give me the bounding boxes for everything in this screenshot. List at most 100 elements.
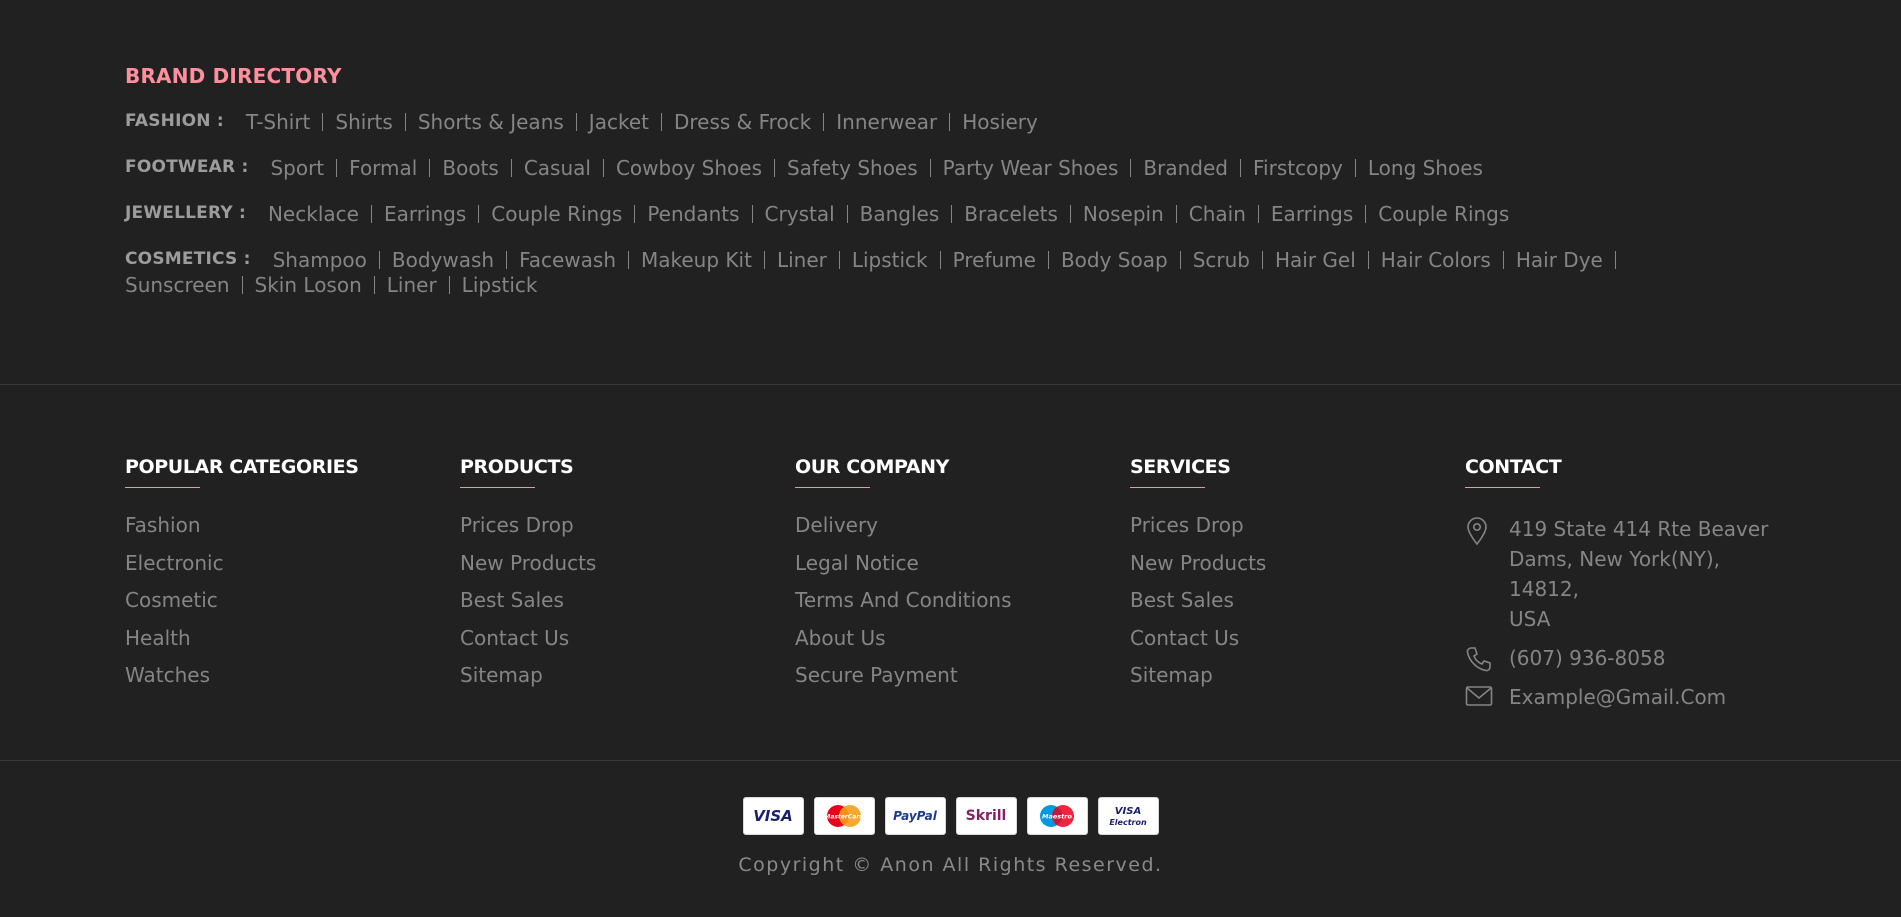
footer-link[interactable]: Cosmetic [125, 588, 359, 626]
brand-link[interactable]: Sport [270, 158, 338, 178]
contact-column: CONTACT 419 State 414 Rte Beaver Dams, N… [1465, 456, 1795, 721]
footer-link[interactable]: Best Sales [1130, 588, 1266, 626]
brand-link[interactable]: Shorts & Jeans [418, 112, 577, 132]
products-column: PRODUCTS Prices Drop New Products Best Sal… [460, 456, 596, 701]
mail-icon [1465, 682, 1495, 712]
payment-methods: VISA MasterCard PayPal Skrill Maestro VI… [0, 797, 1901, 835]
brand-link[interactable]: Cowboy Shoes [616, 158, 775, 178]
footer-link[interactable]: Prices Drop [460, 513, 596, 551]
brand-link[interactable]: Hair Dye [1516, 250, 1616, 270]
brand-link[interactable]: Bangles [860, 204, 953, 224]
brand-row-label: FASHION : [125, 111, 224, 131]
brand-link[interactable]: Innerwear [836, 112, 951, 132]
footer-link[interactable]: Watches [125, 663, 359, 701]
brand-row-label: COSMETICS : [125, 249, 251, 269]
brand-link[interactable]: Body Soap [1061, 250, 1181, 270]
brand-link[interactable]: Earrings [384, 204, 480, 224]
brand-link[interactable]: Branded [1143, 158, 1241, 178]
visa-electron-icon: VISA Electron [1097, 797, 1159, 835]
brand-link[interactable]: T-Shirt [246, 112, 324, 132]
brand-link[interactable]: Scrub [1193, 250, 1263, 270]
brand-row-cosmetics: COSMETICS : Shampoo Bodywash Facewash Makeup… [125, 243, 1725, 295]
brand-link[interactable]: Hair Gel [1275, 250, 1369, 270]
popular-categories-column: POPULAR CATEGORIES Fashion Electronic Cosm… [125, 456, 359, 701]
brand-directory-title: BRAND DIRECTORY [125, 64, 342, 88]
footer-link[interactable]: Secure Payment [795, 663, 1012, 701]
footer-link[interactable]: New Products [1130, 551, 1266, 589]
maestro-icon: Maestro [1026, 797, 1088, 835]
brand-link[interactable]: Facewash [519, 250, 629, 270]
brand-link[interactable]: Formal [349, 158, 431, 178]
brand-link[interactable]: Long Shoes [1368, 158, 1495, 178]
contact-email[interactable]: Example@Gmail.Com [1465, 682, 1795, 712]
address-text: 419 State 414 Rte Beaver Dams, New York(… [1509, 514, 1795, 634]
column-title: SERVICES [1130, 456, 1266, 488]
brand-link[interactable]: Lipstick [462, 275, 550, 295]
visa-card-icon: VISA [742, 797, 804, 835]
column-title: PRODUCTS [460, 456, 596, 488]
phone-icon [1465, 643, 1495, 673]
footer-link[interactable]: Prices Drop [1130, 513, 1266, 551]
footer-link[interactable]: Best Sales [460, 588, 596, 626]
brand-link[interactable]: Liner [387, 275, 450, 295]
brand-link[interactable]: Lipstick [852, 250, 941, 270]
brand-link[interactable]: Earrings [1271, 204, 1367, 224]
contact-phone[interactable]: (607) 936-8058 [1465, 643, 1795, 673]
footer-link[interactable]: New Products [460, 551, 596, 589]
brand-link[interactable]: Necklace [268, 204, 372, 224]
svg-text:MasterCard: MasterCard [824, 814, 864, 821]
brand-row-label: FOOTWEAR : [125, 157, 249, 177]
brand-row-fashion: FASHION : T-Shirt Shirts Shorts & Jeans Jack… [125, 105, 1725, 138]
brand-link[interactable]: Sunscreen [125, 275, 243, 295]
footer-link[interactable]: Contact Us [460, 626, 596, 664]
brand-link[interactable]: Makeup Kit [641, 250, 765, 270]
column-list: Delivery Legal Notice Terms And Conditions… [795, 513, 1012, 701]
footer-link[interactable]: Electronic [125, 551, 359, 589]
footer-link[interactable]: Sitemap [1130, 663, 1266, 701]
footer-link[interactable]: Contact Us [1130, 626, 1266, 664]
brand-link[interactable]: Hair Colors [1381, 250, 1504, 270]
brand-link[interactable]: Couple Rings [1378, 204, 1521, 224]
column-list: Fashion Electronic Cosmetic Health Watches [125, 513, 359, 701]
brand-link[interactable]: Liner [777, 250, 840, 270]
brand-link[interactable]: Casual [524, 158, 604, 178]
brand-link[interactable]: Nosepin [1083, 204, 1177, 224]
brand-link[interactable]: Shirts [335, 112, 406, 132]
copyright-text: Copyright © Anon All Rights Reserved. [738, 854, 1163, 876]
column-title: OUR COMPANY [795, 456, 1012, 488]
footer-link[interactable]: Sitemap [460, 663, 596, 701]
brand-link[interactable]: Shampoo [273, 250, 380, 270]
footer-nav: POPULAR CATEGORIES Fashion Electronic Cosm… [0, 385, 1901, 761]
footer-link[interactable]: Terms And Conditions [795, 588, 1012, 626]
brand-link[interactable]: Crystal [765, 204, 848, 224]
services-column: SERVICES Prices Drop New Products Best Sal… [1130, 456, 1266, 701]
brand-link[interactable]: Chain [1189, 204, 1259, 224]
brand-link[interactable]: Jacket [589, 112, 662, 132]
brand-link[interactable]: Dress & Frock [674, 112, 825, 132]
footer-link[interactable]: About Us [795, 626, 1012, 664]
our-company-column: OUR COMPANY Delivery Legal Notice Terms An… [795, 456, 1012, 701]
brand-link[interactable]: Firstcopy [1253, 158, 1356, 178]
brand-link[interactable]: Prefume [953, 250, 1049, 270]
brand-link[interactable]: Hosiery [962, 112, 1050, 132]
brand-link[interactable]: Couple Rings [491, 204, 636, 224]
brand-link[interactable]: Party Wear Shoes [943, 158, 1132, 178]
brand-row-footwear: FOOTWEAR : Sport Formal Boots Casual Cowboy S… [125, 151, 1725, 184]
email-text: Example@Gmail.Com [1509, 685, 1727, 709]
brand-link[interactable]: Skin Loson [255, 275, 375, 295]
svg-text:Maestro: Maestro [1042, 813, 1072, 821]
footer-link[interactable]: Legal Notice [795, 551, 1012, 589]
brand-link[interactable]: Pendants [647, 204, 753, 224]
footer-link[interactable]: Delivery [795, 513, 1012, 551]
contact-address[interactable]: 419 State 414 Rte Beaver Dams, New York(… [1465, 514, 1795, 634]
location-icon [1465, 514, 1495, 546]
brand-link[interactable]: Bodywash [392, 250, 508, 270]
footer-link[interactable]: Health [125, 626, 359, 664]
address-line: 419 State 414 Rte Beaver [1509, 517, 1769, 541]
brand-link[interactable]: Boots [442, 158, 512, 178]
brand-rows: FASHION : T-Shirt Shirts Shorts & Jeans Jack… [125, 105, 1901, 295]
svg-text:VISA: VISA [1115, 806, 1141, 817]
brand-link[interactable]: Safety Shoes [787, 158, 931, 178]
brand-link[interactable]: Bracelets [964, 204, 1071, 224]
footer-link[interactable]: Fashion [125, 513, 359, 551]
